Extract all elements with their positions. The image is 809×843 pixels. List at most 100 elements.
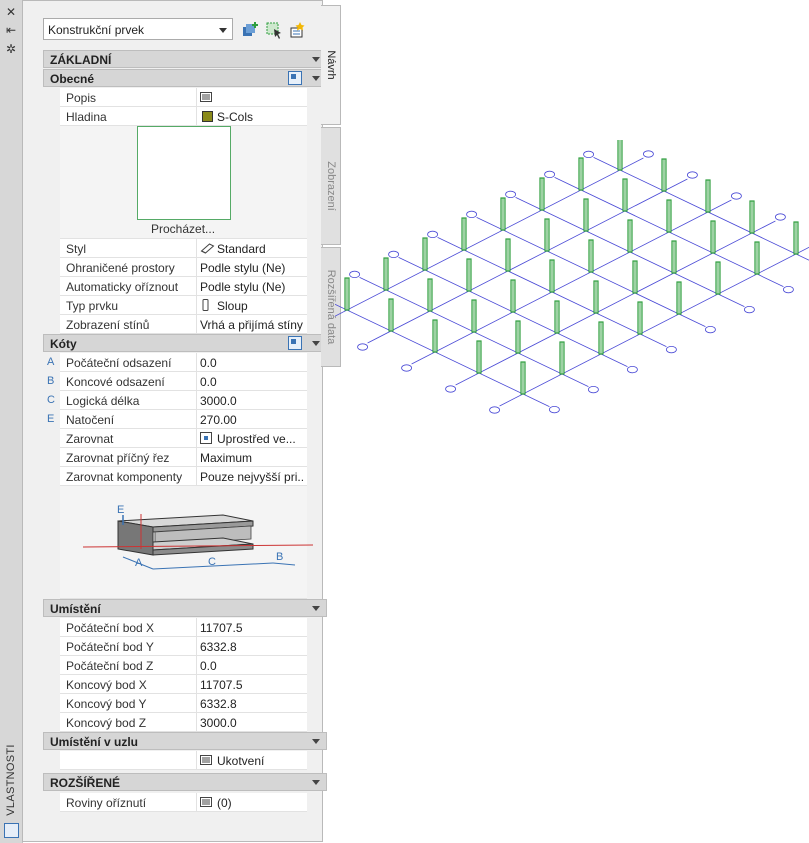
prop-value[interactable]: 0.0 [196,353,306,371]
layer-color-swatch [202,111,213,122]
tab-design[interactable]: Návrh [321,5,341,125]
prop-value[interactable]: 0.0 [196,372,306,390]
palette-icon[interactable] [4,823,19,838]
prop-row-member-type[interactable]: Typ prvku Sloup [60,296,307,315]
dim-letter: C [47,394,55,406]
browse-link[interactable]: Procházet... [151,222,215,236]
prop-row-end-x[interactable]: Koncový bod X 11707.5 [60,675,307,694]
prop-value[interactable]: Ukotvení [196,751,306,769]
prop-row-layer[interactable]: Hladina S-Cols [60,107,307,126]
prop-row-start-y[interactable]: Počáteční bod Y 6332.8 [60,637,307,656]
chevron-down-icon[interactable] [312,739,320,744]
section-general[interactable]: Obecné [43,69,327,87]
grid-bubble [587,386,599,394]
worksheet-icon[interactable] [200,754,212,766]
quick-select-icon[interactable] [288,71,302,85]
value-text: 11707.5 [200,621,243,635]
prop-row-logical-length[interactable]: C Logická délka 3000.0 [47,391,307,410]
prop-label: Styl [66,242,87,256]
close-icon[interactable]: ✕ [4,5,18,19]
autohide-icon[interactable]: ⇤ [4,23,18,37]
prop-value[interactable]: 3000.0 [196,713,306,731]
prop-value[interactable]: 3000.0 [196,391,306,409]
value-text: 0.0 [200,659,217,673]
worksheet-icon[interactable] [200,91,212,103]
prop-row-style[interactable]: Styl Standard [60,239,307,258]
section-node-location[interactable]: Umístění v uzlu [43,732,327,750]
properties-menu-icon[interactable]: ✲ [4,42,18,56]
worksheet-icon[interactable] [200,796,212,808]
quick-select-icon[interactable] [288,21,306,39]
prop-row-description[interactable]: Popis [60,88,307,107]
prop-row-end-z[interactable]: Koncový bod Z 3000.0 [60,713,307,732]
prop-row-end-y[interactable]: Koncový bod Y 6332.8 [60,694,307,713]
prop-value[interactable]: Uprostřed ve... [196,429,306,447]
prop-value[interactable]: 270.00 [196,410,306,428]
prop-row-start-offset[interactable]: A Počáteční odsazení 0.0 [47,353,307,372]
prop-value[interactable]: 6332.8 [196,637,306,655]
section-extended[interactable]: ROZŠÍŘENÉ [43,773,327,791]
prop-label: Počáteční bod Y [66,640,154,654]
object-type-value: Konstrukční prvek [48,23,145,37]
grid-bubble [583,150,595,158]
prop-value[interactable]: 0.0 [196,656,306,674]
value-text: 3000.0 [200,716,237,730]
dim-letter: E [47,413,55,425]
section-extended-title: ROZŠÍŘENÉ [50,776,121,790]
prop-value[interactable]: 11707.5 [196,675,306,693]
value-text: 11707.5 [200,678,243,692]
value-text: 0.0 [200,356,217,370]
grid-line [455,220,776,386]
model-viewport[interactable] [335,140,809,440]
prop-value[interactable]: Maximum [196,448,306,466]
add-object-icon[interactable] [242,21,260,39]
prop-row-start-z[interactable]: Počáteční bod Z 0.0 [60,656,307,675]
prop-value[interactable]: S-Cols [196,107,306,125]
prop-row-start-x[interactable]: Počáteční bod X 11707.5 [60,618,307,637]
prop-value[interactable]: 11707.5 [196,618,306,636]
chevron-down-icon[interactable] [312,780,320,785]
chevron-down-icon[interactable] [312,341,320,346]
prop-row-clip-planes[interactable]: Roviny oříznutí (0) [60,793,307,812]
object-type-dropdown[interactable]: Konstrukční prvek [43,18,233,40]
chevron-down-icon[interactable] [312,57,320,62]
prop-row-shadow-display[interactable]: Zobrazení stínů Vrhá a přijímá stíny [60,315,307,334]
prop-row-rotation[interactable]: E Natočení 270.00 [47,410,307,429]
grid-bubble [774,213,786,221]
prop-value[interactable] [196,88,306,106]
chevron-down-icon[interactable] [312,76,320,81]
section-location[interactable]: Umístění [43,599,327,617]
style-preview-image[interactable] [137,126,231,220]
grid-bubble [388,250,399,259]
prop-label: Počáteční bod X [66,621,155,635]
prop-row-auto-trim[interactable]: Automaticky oříznout Podle stylu (Ne) [60,277,307,296]
prop-value[interactable]: Pouze nejvyšší pri... [196,467,306,485]
section-basic-title: ZÁKLADNÍ [50,53,112,67]
prop-value[interactable]: (0) [196,793,306,811]
value-text: Podle stylu (Ne) [200,261,286,275]
prop-row-justify[interactable]: Zarovnat Uprostřed ve... [60,429,307,448]
prop-label: Zarovnat [66,432,114,446]
select-objects-icon[interactable] [265,21,283,39]
section-dimensions[interactable]: Kóty [43,334,327,352]
prop-value[interactable]: 6332.8 [196,694,306,712]
beam-dimension-diagram: E A C B [83,504,313,570]
prop-label: Popis [66,91,97,105]
quick-select-icon[interactable] [288,336,302,350]
chevron-down-icon[interactable] [312,606,320,611]
prop-value[interactable]: Vrhá a přijímá stíny [196,315,306,333]
section-location-title: Umístění [50,602,101,616]
prop-row-bounded-spaces[interactable]: Ohraničené prostory Podle stylu (Ne) [60,258,307,277]
prop-row-anchor[interactable]: Ukotvení [60,751,307,770]
grid-bubble [665,346,677,354]
prop-row-end-offset[interactable]: B Koncové odsazení 0.0 [47,372,307,391]
prop-row-justify-cross-section[interactable]: Zarovnat příčný řez Maximum [60,448,307,467]
diagram-letter-a: A [135,557,143,569]
prop-value[interactable]: Standard [196,239,306,257]
prop-row-justify-components[interactable]: Zarovnat komponenty Pouze nejvyšší pri..… [60,467,307,486]
prop-value[interactable]: Podle stylu (Ne) [196,277,306,295]
prop-value[interactable]: Sloup [196,296,306,314]
grid-bubble [401,364,412,372]
prop-value[interactable]: Podle stylu (Ne) [196,258,306,276]
section-basic[interactable]: ZÁKLADNÍ [43,50,327,68]
